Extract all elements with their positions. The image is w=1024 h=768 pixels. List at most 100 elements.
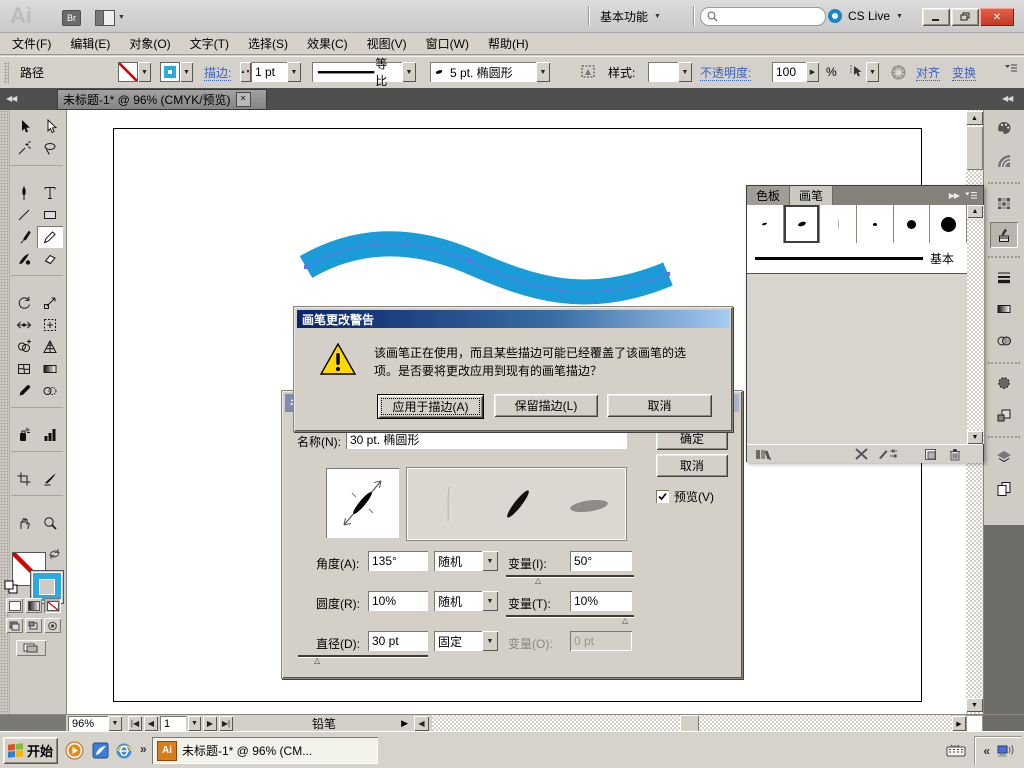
brush-item-2[interactable] xyxy=(820,205,858,244)
slider-handle-icon[interactable]: △ xyxy=(314,656,320,665)
angle-input[interactable]: 135° xyxy=(368,551,428,571)
leave-strokes-button[interactable]: 保留描边(L) xyxy=(494,394,598,417)
zoom-value[interactable]: 96% xyxy=(68,716,108,731)
collapse-tools-icon[interactable]: ◀◀ xyxy=(6,94,17,103)
horizontal-scrollbar[interactable] xyxy=(432,715,952,732)
collapse-status-icon[interactable]: ◀ xyxy=(414,716,429,731)
screen-mode-button[interactable] xyxy=(16,640,46,656)
tool-magic-wand-icon[interactable] xyxy=(11,138,37,160)
color-mode-button[interactable] xyxy=(6,598,23,613)
opacity-link[interactable]: 不透明度: xyxy=(700,64,752,81)
dock-artboards-icon[interactable] xyxy=(990,476,1018,502)
width-profile-dropdown[interactable]: 等比 ▼ xyxy=(312,57,416,88)
scroll-right-icon[interactable]: ▶ xyxy=(952,716,966,731)
tool-eraser-icon[interactable] xyxy=(37,248,63,270)
isolate-selected-icon[interactable] xyxy=(890,62,907,82)
expand-panel-icon[interactable]: ▶▶ xyxy=(949,191,960,200)
status-display[interactable]: 铅笔 ▶ xyxy=(238,715,410,731)
gradient-mode-button[interactable] xyxy=(25,598,42,613)
brush-definition-dropdown[interactable]: 5 pt. 椭圆形 ▼ xyxy=(430,62,550,82)
diameter-mode-dropdown[interactable]: 固定 ▼ xyxy=(434,631,498,651)
swap-fill-stroke-icon[interactable] xyxy=(48,548,61,560)
tool-perspective-grid-icon[interactable] xyxy=(37,336,63,358)
tool-blend-icon[interactable] xyxy=(37,380,63,402)
menu-item-1[interactable]: 编辑(E) xyxy=(70,35,110,52)
recolor-artwork-icon[interactable] xyxy=(580,62,597,82)
remove-brush-stroke-icon[interactable] xyxy=(855,448,868,460)
chevron-down-icon[interactable]: ▼ xyxy=(108,716,122,731)
tool-zoom-icon[interactable] xyxy=(37,512,63,534)
messenger-quicklaunch-icon[interactable] xyxy=(90,739,111,761)
menu-item-5[interactable]: 效果(C) xyxy=(307,35,348,52)
tool-rotate-icon[interactable] xyxy=(11,292,37,314)
tool-free-transform-icon[interactable] xyxy=(37,314,63,336)
tool-type-icon[interactable] xyxy=(37,182,63,204)
cancel-button[interactable]: 取消 xyxy=(656,454,728,477)
tool-blob-brush-icon[interactable] xyxy=(11,248,37,270)
slider-handle-icon[interactable]: △ xyxy=(622,616,628,625)
drawing-mode-buttons[interactable] xyxy=(6,618,61,633)
artboard-number[interactable]: 1 xyxy=(160,716,186,731)
brush-angle-editor[interactable] xyxy=(326,468,399,538)
tool-mesh-icon[interactable] xyxy=(11,358,37,380)
previous-artboard-icon[interactable]: ◀ xyxy=(144,716,158,731)
minimize-button[interactable] xyxy=(922,8,950,26)
menu-item-6[interactable]: 视图(V) xyxy=(367,35,407,52)
quicklaunch-overflow-icon[interactable]: » xyxy=(140,742,147,756)
transform-link[interactable]: 变换 xyxy=(952,64,977,81)
stroke-weight-control[interactable]: ▲▼ 1 pt ▼ xyxy=(240,62,301,82)
status-menu-icon[interactable]: ▶ xyxy=(401,718,408,729)
search-input[interactable] xyxy=(700,7,826,26)
dock-transparency-icon[interactable] xyxy=(990,328,1018,354)
start-button[interactable]: 开始 xyxy=(3,737,58,764)
resize-corner[interactable] xyxy=(966,715,983,732)
next-artboard-icon[interactable]: ▶ xyxy=(203,716,217,731)
menu-item-0[interactable]: 文件(F) xyxy=(12,35,51,52)
first-artboard-icon[interactable]: |◀ xyxy=(128,716,142,731)
chevron-down-icon[interactable]: ▼ xyxy=(287,62,301,82)
dock-stroke-icon[interactable] xyxy=(990,264,1018,290)
tab-swatches[interactable]: 色板 xyxy=(747,186,791,205)
tool-artboard-icon[interactable] xyxy=(11,468,37,490)
chevron-down-icon[interactable]: ▼ xyxy=(402,62,416,82)
tool-gradient-icon[interactable] xyxy=(37,358,63,380)
last-artboard-icon[interactable]: ▶| xyxy=(219,716,233,731)
slider-handle-icon[interactable]: △ xyxy=(535,576,541,585)
collapse-dock-icon[interactable]: ◀◀ xyxy=(1002,94,1013,103)
scroll-up-icon[interactable]: ▲ xyxy=(966,111,983,125)
align-link[interactable]: 对齐 xyxy=(916,64,941,81)
roundness-mode-dropdown[interactable]: 随机 ▼ xyxy=(434,591,498,611)
dock-gradient-icon[interactable] xyxy=(990,296,1018,322)
delete-brush-icon[interactable] xyxy=(949,448,961,461)
tool-line-segment-icon[interactable] xyxy=(11,204,37,226)
apply-to-strokes-button[interactable]: 应用于描边(A) xyxy=(377,394,484,419)
style-dropdown[interactable]: ▼ xyxy=(648,62,692,82)
chevron-down-icon[interactable]: ▼ xyxy=(188,716,201,731)
tool-pen-icon[interactable] xyxy=(11,182,37,204)
brush-item-1[interactable] xyxy=(783,205,821,244)
default-fill-stroke-icon[interactable] xyxy=(4,580,18,594)
arrange-documents-icon[interactable] xyxy=(95,10,115,26)
tool-paintbrush-icon[interactable] xyxy=(11,226,37,248)
new-brush-icon[interactable] xyxy=(924,448,937,461)
menu-item-2[interactable]: 对象(O) xyxy=(129,35,170,52)
workspace-switcher[interactable]: 基本功能 ▼ xyxy=(600,8,661,24)
panel-scrollbar[interactable]: ▲ ▼ xyxy=(967,205,984,444)
chevron-down-icon[interactable]: ▼ xyxy=(866,62,879,82)
tool-pencil-icon[interactable] xyxy=(37,226,63,248)
chevron-down-icon[interactable]: ▼ xyxy=(536,62,550,82)
brush-libraries-icon[interactable] xyxy=(755,448,771,460)
tab-brushes[interactable]: 画笔 xyxy=(790,186,834,205)
menu-item-7[interactable]: 窗口(W) xyxy=(426,35,469,52)
dock-layers-icon[interactable] xyxy=(990,444,1018,470)
chevron-right-icon[interactable]: ▶ xyxy=(806,62,819,82)
network-status-icon[interactable] xyxy=(996,744,1014,759)
none-mode-button[interactable] xyxy=(44,598,61,613)
opacity-control[interactable]: 100 ▶ xyxy=(772,62,819,82)
chevron-down-icon[interactable]: ▼ xyxy=(180,62,193,82)
tool-hand-icon[interactable] xyxy=(11,512,37,534)
brush-item-0[interactable] xyxy=(747,205,784,244)
keyboard-layout-icon[interactable] xyxy=(946,744,966,757)
roundness-variation-input[interactable]: 10% xyxy=(570,591,632,611)
tool-rectangle-icon[interactable] xyxy=(37,204,63,226)
